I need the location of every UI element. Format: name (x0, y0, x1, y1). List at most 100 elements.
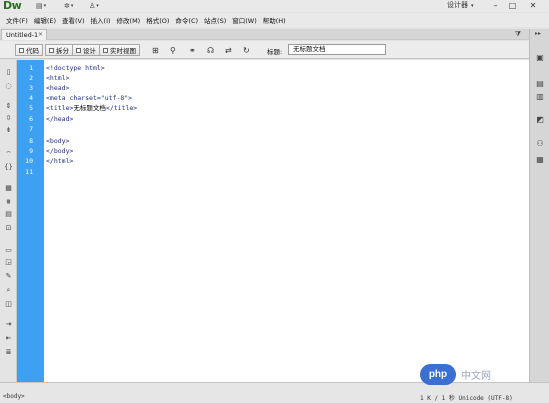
wrap-tag-icon[interactable]: ✎ (4, 272, 13, 281)
workspace-switcher[interactable]: 设计器 ▾ (447, 0, 474, 10)
maximize-button[interactable]: □ (504, 0, 521, 11)
code-editor[interactable]: <!doctype html> <html> <head> <meta char… (44, 60, 529, 382)
line-number: 5 (29, 104, 33, 112)
select-parent-tag-icon[interactable]: ⌔ (4, 150, 13, 159)
menu-format[interactable]: 格式(O) (145, 15, 174, 25)
ap-elements-icon[interactable]: ▥ (534, 92, 546, 102)
code-tag: </body> (46, 147, 74, 155)
code-line: <meta charset="utf-8"> (46, 94, 132, 102)
coding-toolbar: ▯ ◌ ⇕ ⇳ ⇟ ⌔ {} ▦ ⩩ ▤ ⊡ ▭ ◲ ✎ ⌕ ◫ ⇥ ⇤ ≣ (0, 60, 17, 382)
line-number: 11 (25, 168, 33, 176)
document-tab-bar: Untitled-1 × ⧩ (0, 29, 529, 40)
extend-menu-button[interactable]: ✲ ▾ (64, 2, 73, 10)
code-text: 无标题文档 (73, 104, 106, 112)
balance-braces-icon[interactable]: {} (4, 163, 13, 172)
code-tag: <head> (46, 84, 70, 92)
close-tab-icon[interactable]: × (38, 30, 43, 40)
format-source-icon[interactable]: ≣ (4, 348, 13, 357)
code-view-label: 代码 (26, 47, 39, 55)
code-tag: <!doctype html> (46, 64, 105, 72)
move-css-icon[interactable]: ◫ (4, 300, 13, 309)
menu-bar: 文件(F) 编辑(E) 查看(V) 插入(I) 修改(M) 格式(O) 命令(C… (0, 13, 549, 27)
watermark-text: 中文网 (461, 370, 491, 382)
menu-edit[interactable]: 编辑(E) (33, 15, 61, 25)
panel-dock: ▸▸ ▣ ▤ ▥ ◩ ⚇ ▦ (529, 29, 549, 382)
line-number: 9 (29, 147, 33, 155)
app-logo: Dw (3, 0, 22, 12)
file-management-icon[interactable]: ⇄ (225, 46, 232, 55)
layout-icon: ▤ (36, 2, 43, 10)
refresh-icon[interactable]: ↻ (243, 46, 250, 55)
collapse-selection-icon[interactable]: ⇳ (4, 114, 13, 123)
live-view-button[interactable]: 实时视图 (99, 44, 140, 56)
chevron-down-icon: ▾ (96, 3, 99, 9)
menu-view[interactable]: 查看(V) (61, 15, 90, 25)
split-view-icon (49, 47, 54, 53)
preview-browser-icon[interactable]: ☊ (207, 46, 214, 55)
validate-icon[interactable]: ⚭ (189, 46, 196, 55)
minimize-button[interactable]: – (487, 0, 504, 11)
chevron-down-icon: ▾ (70, 3, 74, 9)
split-view-button[interactable]: 拆分 (45, 44, 73, 56)
files-panel-icon[interactable]: ⚇ (534, 139, 546, 149)
code-view-button[interactable]: 代码 (15, 44, 43, 56)
code-line: <html> (46, 74, 69, 82)
outdent-code-icon[interactable]: ⇤ (4, 334, 13, 343)
menu-insert[interactable]: 插入(I) (90, 15, 116, 25)
code-line: <head> (46, 84, 69, 92)
multiscreen-icon[interactable]: ⊞ (152, 46, 159, 55)
code-line: <!doctype html> (46, 64, 105, 72)
menu-commands[interactable]: 命令(C) (174, 15, 203, 25)
insert-panel-icon[interactable]: ▣ (534, 53, 546, 63)
open-documents-icon[interactable]: ▯ (4, 68, 13, 77)
line-number: 6 (29, 115, 33, 123)
highlight-invalid-code-icon[interactable]: ⩩ (4, 198, 13, 207)
assets-panel-icon[interactable]: ▦ (534, 155, 546, 165)
code-line: </html> (46, 157, 73, 165)
expand-panels-icon[interactable]: ▸▸ (535, 30, 541, 37)
tag-selector[interactable]: <body> (3, 393, 25, 400)
line-number: 10 (25, 157, 33, 165)
menu-modify[interactable]: 修改(M) (116, 15, 146, 25)
menu-file[interactable]: 文件(F) (5, 15, 33, 25)
inspect-icon[interactable]: ⚲ (170, 46, 176, 55)
user-icon: ♙ (89, 2, 96, 10)
close-button[interactable]: ✕ (521, 0, 545, 11)
collapse-full-tag-icon[interactable]: ⇕ (4, 102, 13, 111)
business-catalyst-icon[interactable]: ◩ (534, 115, 546, 125)
css-styles-icon[interactable]: ▤ (534, 79, 546, 89)
dreamweaver-window: Dw ▤ ▾ ✲ ▾ ♙ ▾ 设计器 ▾ – □ ✕ 文件(F) 编辑(E) 查看(V)… (0, 0, 549, 403)
syntax-error-alerts-icon[interactable]: ▤ (4, 210, 13, 219)
apply-comment-icon[interactable]: ▭ (4, 246, 13, 255)
live-view-icon (103, 47, 108, 53)
chevron-down-icon: ▾ (43, 3, 47, 9)
design-view-button[interactable]: 设计 (72, 44, 100, 56)
recent-snippets-icon[interactable]: ⌕ (4, 286, 13, 295)
line-number: 8 (29, 137, 33, 145)
tab-untitled-1[interactable]: Untitled-1 × (1, 29, 47, 40)
code-tag: <body> (46, 137, 70, 145)
layout-menu-button[interactable]: ▤ ▾ (36, 2, 46, 10)
site-menu-button[interactable]: ♙ ▾ (89, 2, 99, 10)
line-numbers-icon[interactable]: ▦ (4, 184, 13, 193)
menu-window[interactable]: 窗口(W) (231, 15, 262, 25)
filter-icon[interactable]: ⧩ (515, 30, 521, 39)
expand-all-icon[interactable]: ⇟ (4, 126, 13, 135)
workspace-label: 设计器 (447, 1, 468, 9)
indent-code-icon[interactable]: ⇥ (4, 320, 13, 329)
title-bar: Dw ▤ ▾ ✲ ▾ ♙ ▾ 设计器 ▾ – □ ✕ (0, 0, 549, 12)
code-line: <body> (46, 137, 69, 145)
code-tag: <meta charset="utf-8"> (46, 94, 133, 102)
menu-site[interactable]: 站点(S) (203, 15, 231, 25)
show-code-navigator-icon[interactable]: ◌ (4, 82, 13, 91)
line-number: 7 (29, 125, 33, 133)
document-title-input[interactable]: 无标题文档 (288, 44, 386, 55)
design-view-label: 设计 (83, 47, 96, 55)
word-wrap-icon[interactable]: ⊡ (4, 224, 13, 233)
document-toolbar: 代码 拆分 设计 实时视图 ⊞ ⚲ ⚭ ☊ ⇄ ↻ 标题: 无标题文档 (0, 41, 529, 59)
line-number: 3 (29, 84, 33, 92)
menu-help[interactable]: 帮助(H) (262, 15, 291, 25)
gear-icon: ✲ (64, 2, 70, 10)
line-number: 4 (29, 94, 33, 102)
remove-comment-icon[interactable]: ◲ (4, 258, 13, 267)
